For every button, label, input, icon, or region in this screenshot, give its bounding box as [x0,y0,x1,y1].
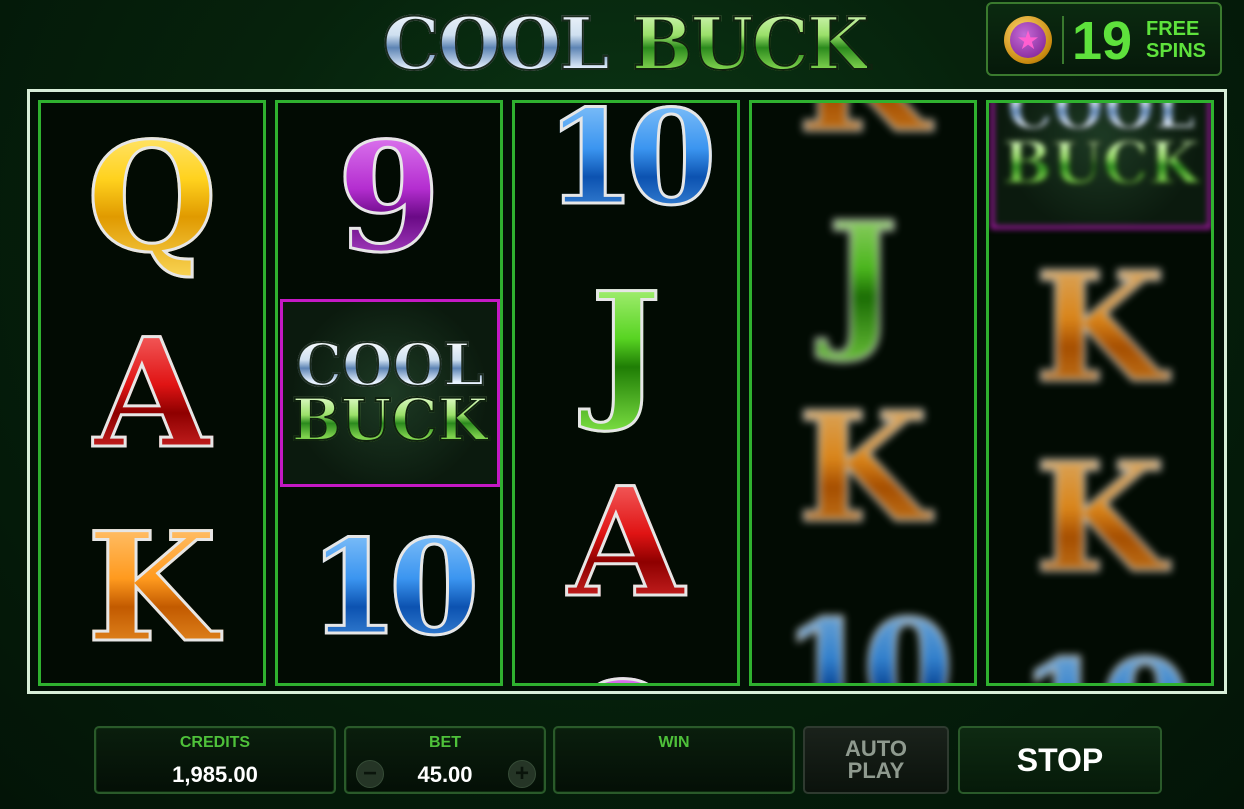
star-coin-icon: ★ [1004,16,1052,64]
free-spins-counter: ★ 19 FREE SPINS [986,2,1222,76]
autoplay-label-line1: AUTO [845,736,907,761]
reel-symbol-q: Q [41,103,263,293]
reel-symbol-9: 9 [515,643,737,684]
wild-symbol-cool-buck: COOL BUCK [280,299,500,487]
reel-symbol-a: A [515,448,737,638]
reel-symbol-k: K [752,103,974,173]
wild-symbol-cool-buck: COOL BUCK [991,103,1211,229]
free-spins-label-line1: FREE [1146,18,1200,40]
logo-word-cool: COOL [382,0,611,87]
wild-word-buck: BUCK [1002,129,1200,197]
game-logo: COOL BUCK [360,0,890,87]
bet-panel: BET − 45.00 + [344,726,546,794]
free-spins-divider [1062,16,1064,64]
reel-symbol-k: K [989,423,1211,613]
autoplay-label-line2: PLAY [847,758,905,783]
reel-3: 10 J A 9 [512,100,740,686]
reel-symbol-10: 10 [278,493,500,683]
reel-symbol-10: 10 [989,613,1211,683]
autoplay-button[interactable]: AUTO PLAY [803,726,949,794]
reel-symbol-j: J [752,183,974,373]
reel-symbol-10: 10 [752,573,974,683]
reel-symbol-9: 9 [278,103,500,293]
bet-increase-button[interactable]: + [508,760,536,788]
wild-word-buck: BUCK [291,386,489,454]
reel-symbol-k: K [752,373,974,563]
free-spins-label: FREE SPINS [1146,18,1218,62]
reel-symbol-j: J [515,253,737,443]
wild-word-cool: COOL [295,330,485,399]
reel-2: 9 COOL BUCK 10 [275,100,503,686]
reel-1: Q A K [38,100,266,686]
win-panel: WIN [553,726,795,794]
reel-symbol-k: K [41,493,263,683]
credits-value: 1,985.00 [172,762,258,787]
credits-label: CREDITS [179,734,251,751]
stop-button[interactable]: STOP [958,726,1162,794]
reels-frame: Q A K 9 COOL BUCK 10 10 J A 9 K J K 10 C… [27,89,1227,694]
reel-symbol-10: 10 [515,103,737,253]
logo-word-buck: BUCK [631,0,871,87]
win-label: WIN [658,734,690,751]
free-spins-count: 19 [1072,11,1133,71]
credits-panel: CREDITS 1,985.00 [94,726,336,794]
reel-symbol-k: K [989,233,1211,423]
reel-4: K J K 10 [749,100,977,686]
reel-symbol-a: A [41,299,263,489]
free-spins-label-line2: SPINS [1146,40,1207,62]
bet-label: BET [429,734,461,751]
reel-5: COOL BUCK K K 10 [986,100,1214,686]
